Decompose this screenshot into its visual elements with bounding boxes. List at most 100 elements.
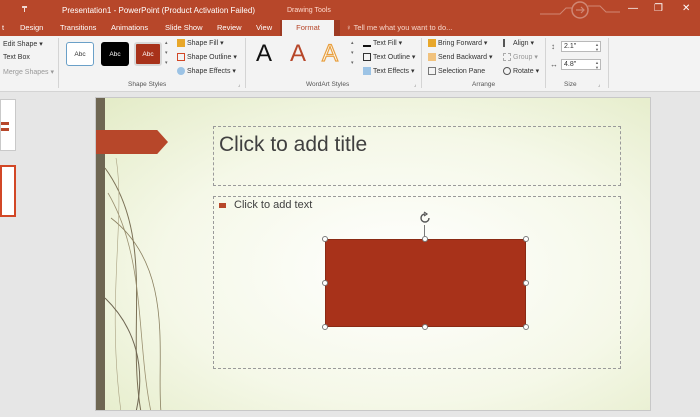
ribbon-divider [58,38,59,88]
tab-review[interactable]: Review [217,23,242,32]
text-box-button[interactable]: Text Box [3,54,30,61]
group-button[interactable]: Group ▾ [503,53,538,62]
merge-shapes-button[interactable]: Merge Shapes ▾ [3,68,54,76]
slide-canvas[interactable]: Click to add title Click to add text [95,97,651,411]
bring-forward-label: Bring Forward [438,40,482,47]
edit-shape-button[interactable]: Edit Shape ▾ [3,40,43,48]
text-outline-icon [363,53,371,62]
send-backward-icon [428,53,436,62]
circuit-pattern-icon [540,1,620,19]
wordart-black[interactable]: A [256,40,272,68]
text-box-label: Text Box [3,54,30,61]
shape-fill-button[interactable]: Shape Fill ▾ [177,39,224,48]
window-title: Presentation1 - PowerPoint (Product Acti… [62,6,255,15]
title-placeholder-text: Click to add title [219,133,368,156]
group-label: Group [513,54,533,61]
wordart-accent[interactable]: A [290,40,306,68]
tab-animations[interactable]: Animations [111,23,148,32]
title-bar: ₸ Presentation1 - PowerPoint (Product Ac… [0,0,700,20]
selection-pane-icon [428,67,436,75]
align-label: Align [513,40,529,47]
minimize-button[interactable]: — [628,3,638,14]
tab-format[interactable]: Format [282,20,334,36]
content-placeholder-text: Click to add text [234,199,313,211]
resize-handle-top-left[interactable] [322,236,328,242]
shape-width-field[interactable]: 4.8" ▲ ▼ [561,59,601,70]
arrange-group-label: Arrange [472,81,496,88]
restore-button[interactable]: ❐ [654,3,663,14]
align-icon [503,39,511,48]
ribbon-divider [545,38,546,88]
text-effects-button[interactable]: Text Effects ▾ [363,67,415,76]
shape-outline-label: Shape Outline [187,54,232,61]
tab-insert[interactable]: t [2,23,4,32]
tab-view[interactable]: View [256,23,272,32]
rotate-label: Rotate [513,68,534,75]
text-fill-button[interactable]: Text Fill ▾ [363,39,402,48]
rotate-button[interactable]: Rotate ▾ [503,67,539,76]
shape-effects-label: Shape Effects [187,68,231,75]
resize-handle-bottom[interactable] [422,324,428,330]
shape-fill-label: Shape Fill [187,40,219,47]
resize-handle-bottom-left[interactable] [322,324,328,330]
slide-thumbnail-panel [0,93,28,417]
ribbon-divider [245,38,246,88]
thumbnail-accent [1,122,9,125]
wordart-scroll[interactable]: ▴ ▾ ▾ [351,38,354,68]
tab-slide-show[interactable]: Slide Show [165,23,203,32]
shape-styles-launcher-icon[interactable]: ⌟ [238,82,240,88]
resize-handle-left[interactable] [322,280,328,286]
edit-shape-label: Edit Shape [3,41,38,48]
tab-design[interactable]: Design [20,23,43,32]
wordart-outline[interactable]: A [321,39,338,68]
text-effects-icon [363,67,371,76]
shape-outline-button[interactable]: Shape Outline ▾ [177,53,237,62]
size-launcher-icon[interactable]: ⌟ [598,82,600,88]
shape-style-outline[interactable]: Abc [66,42,94,66]
align-button[interactable]: Align ▾ [503,39,534,48]
drawing-tools-label: Drawing Tools [287,7,331,14]
height-spinner[interactable]: ▲ ▼ [595,42,599,52]
lightbulb-icon: ♀ [346,23,352,32]
size-group-label: Size [564,81,577,88]
title-placeholder[interactable]: Click to add title [213,126,621,186]
rotate-handle-icon[interactable] [418,211,432,225]
close-button[interactable]: ✕ [682,3,690,14]
shape-style-dark[interactable]: Abc [101,42,129,66]
wordart-launcher-icon[interactable]: ⌟ [414,82,416,88]
width-icon: ↔ [550,60,558,69]
text-outline-button[interactable]: Text Outline ▾ [363,53,415,62]
slide-thumbnail-selected[interactable] [0,165,16,217]
shape-effects-button[interactable]: Shape Effects ▾ [177,67,236,76]
ribbon: Edit Shape ▾ Text Box Merge Shapes ▾ Abc… [0,36,700,92]
resize-handle-bottom-right[interactable] [523,324,529,330]
title-flag-accent [96,130,168,154]
tell-me-search[interactable]: ♀ Tell me what you want to do... [346,23,452,32]
merge-shapes-label: Merge Shapes [3,69,49,76]
thumbnail-accent [1,128,9,131]
shape-style-accent[interactable]: Abc [134,42,162,66]
quick-access-icon[interactable]: ₸ [22,5,27,14]
width-spinner[interactable]: ▲ ▼ [595,60,599,70]
tell-me-text: Tell me what you want to do... [353,23,453,32]
resize-handle-top[interactable] [422,236,428,242]
send-backward-button[interactable]: Send Backward ▾ [428,53,493,62]
powerpoint-window: ₸ Presentation1 - PowerPoint (Product Ac… [0,0,700,417]
selection-pane-button[interactable]: Selection Pane [428,67,485,75]
text-fill-label: Text Fill [373,40,397,47]
rotate-icon [503,67,511,76]
selection-pane-label: Selection Pane [438,67,486,75]
text-effects-label: Text Effects [373,68,410,75]
shape-height-value: 2.1" [564,43,577,50]
shape-styles-scroll[interactable]: ▴ ▾ ▾ [165,38,168,68]
slide-thumbnail[interactable] [0,99,16,151]
resize-handle-top-right[interactable] [523,236,529,242]
selected-rectangle-shape[interactable] [325,239,526,327]
tab-transitions[interactable]: Transitions [60,23,96,32]
group-icon [503,53,511,62]
paint-bucket-icon [177,39,185,48]
resize-handle-right[interactable] [523,280,529,286]
shape-height-field[interactable]: 2.1" ▲ ▼ [561,41,601,52]
text-outline-label: Text Outline [373,54,410,61]
bring-forward-button[interactable]: Bring Forward ▾ [428,39,487,48]
